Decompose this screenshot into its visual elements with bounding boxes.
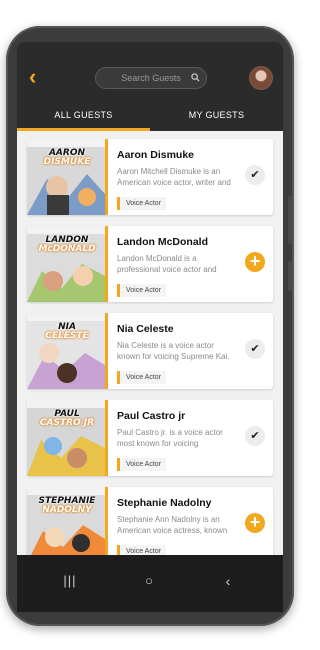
guest-cover-image: AARON DISMUKE [27,139,108,215]
add-guest-icon[interactable]: + [245,252,265,272]
guest-description: Aaron Mitchell Dismuke is an American vo… [117,167,231,187]
volume-button [288,196,292,244]
cover-title: LANDON McDONALD [31,236,103,254]
top-bar: ‹ Search Guests ALL GUESTS MY GUESTS [17,42,283,132]
add-guest-icon[interactable]: + [245,513,265,533]
back-icon[interactable]: ‹ [213,573,243,591]
guest-role-tag: Voice Actor [117,284,167,297]
home-icon[interactable]: ○ [134,573,164,591]
cover-title-line-2: NADOLNY [42,505,92,515]
guest-description: Nia Celeste is a voice actor known for v… [117,341,230,361]
cover-title: PAUL CASTRO JR [31,410,103,428]
guest-card[interactable]: AARON DISMUKE Aaron Dismuke Aaron Mitche… [27,139,273,215]
guest-cover-image: NIA CELESTE [27,313,108,389]
cover-title: NIA CELESTE [31,323,103,341]
chevron-left-icon[interactable]: ‹ [29,66,49,88]
cover-title-line-2: McDONALD [38,244,96,254]
check-icon[interactable]: ✔ [245,339,265,359]
guest-role-tag: Voice Actor [117,197,167,210]
avatar[interactable] [249,66,273,90]
guest-role-tag: Voice Actor [117,545,167,555]
tab-bar: ALL GUESTS MY GUESTS [17,102,283,132]
guest-role-tag: Voice Actor [117,371,167,384]
cover-title: STEPHANIE NADOLNY [31,497,103,515]
guest-description: Landon McDonald is a professional voice … [117,254,217,274]
cover-title-line-2: CELESTE [45,331,89,341]
guest-cover-image: PAUL CASTRO JR [27,400,108,476]
search-input[interactable]: Search Guests [95,67,207,89]
guest-name: Aaron Dismuke [117,149,195,161]
guest-name: Nia Celeste [117,323,174,335]
cover-title-line-2: CASTRO JR [39,418,95,428]
tab-my-guests[interactable]: MY GUESTS [150,102,283,132]
system-nav-bar: ||| ○ ‹ [17,555,283,612]
app-screen: ‹ Search Guests ALL GUESTS MY GUESTS AAR… [17,42,283,612]
check-icon[interactable]: ✔ [245,426,265,446]
guest-name: Stephanie Nadolny [117,497,212,509]
check-icon[interactable]: ✔ [245,165,265,185]
cover-title-line-2: DISMUKE [43,157,91,167]
guest-card[interactable]: NIA CELESTE Nia Celeste Nia Celeste is a… [27,313,273,389]
guest-list[interactable]: AARON DISMUKE Aaron Dismuke Aaron Mitche… [17,131,283,555]
search-placeholder: Search Guests [121,73,181,83]
guest-cover-image: LANDON McDONALD [27,226,108,302]
guest-description: Stephanie Ann Nadolny is an American voi… [117,515,228,535]
guest-card[interactable]: STEPHANIE NADOLNY Stephanie Nadolny Step… [27,487,273,555]
search-icon[interactable] [191,73,200,82]
guest-card[interactable]: LANDON McDONALD Landon McDonald Landon M… [27,226,273,302]
guest-name: Landon McDonald [117,236,208,248]
guest-cover-image: STEPHANIE NADOLNY [27,487,108,555]
recents-icon[interactable]: ||| [55,573,85,591]
guest-name: Paul Castro jr [117,410,186,422]
guest-card[interactable]: PAUL CASTRO JR Paul Castro jr Paul Castr… [27,400,273,476]
cover-title: AARON DISMUKE [31,149,103,167]
power-button [288,261,292,291]
guest-description: Paul Castro jr. is a voice actor most kn… [117,428,223,448]
guest-role-tag: Voice Actor [117,458,167,471]
